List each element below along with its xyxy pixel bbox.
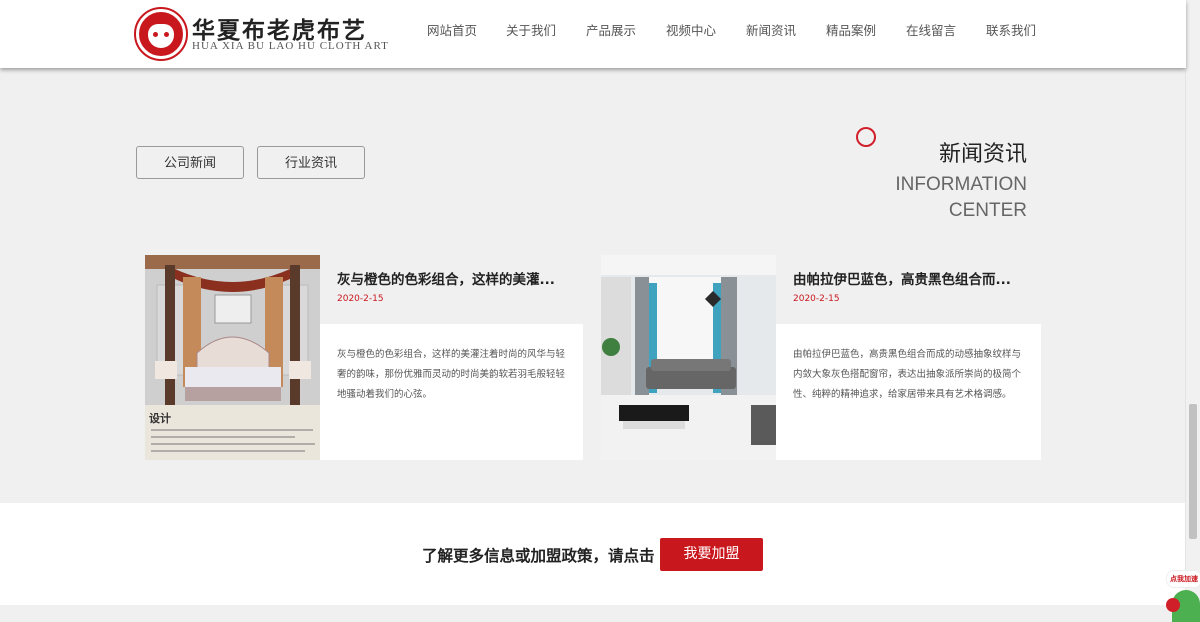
news-card[interactable]: 由帕拉伊巴蓝色，高贵黑色组合而... 2020-2-15 由帕拉伊巴蓝色，高贵黑…: [601, 255, 1041, 460]
nav-video[interactable]: 视频中心: [666, 20, 716, 39]
news-summary: 灰与橙色的色彩组合，这样的美灌注着时尚的风华与轻奢的韵味，那份优雅而灵动的时尚美…: [337, 349, 566, 400]
news-image-bedroom[interactable]: 设计: [145, 255, 320, 460]
nav-about[interactable]: 关于我们: [506, 20, 556, 39]
tab-industry-news[interactable]: 行业资讯: [257, 146, 365, 179]
circle-decoration-icon: [856, 127, 876, 147]
section-subtitle-line1: INFORMATION: [895, 174, 1027, 195]
page-scrollbar[interactable]: [1185, 0, 1200, 622]
news-title[interactable]: 灰与橙色的色彩组合，这样的美灌...: [337, 268, 567, 288]
nav-products[interactable]: 产品展示: [586, 20, 636, 39]
section-subtitle-line2: CENTER: [948, 200, 1027, 221]
nav-contact[interactable]: 联系我们: [986, 20, 1036, 39]
section-title: 新闻资讯: [938, 142, 1027, 167]
news-card[interactable]: 设计 灰与橙色的色彩组合，这样的美灌... 2020-2-15 灰与橙色的色彩组…: [145, 255, 583, 460]
image-caption-design: 设计: [149, 411, 171, 425]
tiger-logo-icon[interactable]: [134, 7, 188, 61]
scrollbar-thumb[interactable]: [1189, 404, 1197, 539]
join-banner: 了解更多信息或加盟政策，请点击 我要加盟: [0, 503, 1186, 605]
news-image-livingroom[interactable]: [601, 255, 776, 460]
news-title[interactable]: 由帕拉伊巴蓝色，高贵黑色组合而...: [793, 268, 1023, 288]
news-date: 2020-2-15: [793, 294, 840, 304]
news-date: 2020-2-15: [337, 294, 384, 304]
join-prompt: 了解更多信息或加盟政策，请点击: [422, 547, 655, 565]
float-widget-label[interactable]: 点我加速: [1166, 570, 1200, 588]
logo-subtitle: HUA XIA BU LAO HU CLOTH ART: [192, 40, 389, 52]
mascot-icon[interactable]: [1166, 590, 1200, 622]
nav-news[interactable]: 新闻资讯: [746, 20, 796, 39]
nav-home[interactable]: 网站首页: [427, 20, 477, 39]
floating-service-widget[interactable]: 点我加速: [1166, 570, 1200, 622]
nav-message[interactable]: 在线留言: [906, 20, 956, 39]
join-button[interactable]: 我要加盟: [660, 538, 763, 571]
news-summary: 由帕拉伊巴蓝色，高贵黑色组合而成的动感抽象纹样与内敛大象灰色搭配窗帘，表达出抽象…: [793, 349, 1022, 400]
tab-company-news[interactable]: 公司新闻: [136, 146, 244, 179]
section-subtitle-en: INFORMATION CENTER: [827, 172, 1027, 224]
site-header: 华夏布老虎布艺 HUA XIA BU LAO HU CLOTH ART 网站首页…: [0, 0, 1186, 68]
nav-cases[interactable]: 精品案例: [826, 20, 876, 39]
